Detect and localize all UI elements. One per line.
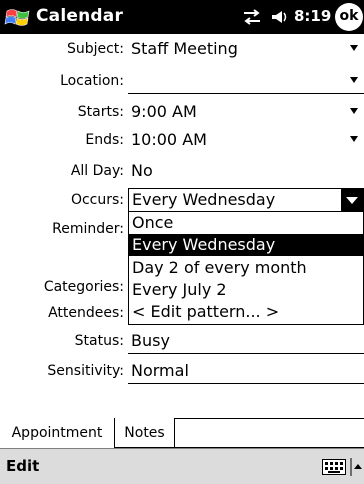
status-row: Status: Busy [0,330,364,354]
keyboard-icon[interactable] [322,459,346,475]
occurs-dropdown-button[interactable] [341,189,363,211]
reminder-label: Reminder: [52,221,124,237]
edit-menu[interactable]: Edit [6,457,39,475]
location-dropdown-arrow-icon[interactable] [350,77,358,83]
status-underline [128,353,364,354]
tab-strip: Appointment Notes [0,418,364,448]
starts-label: Starts: [77,104,124,120]
starts-dropdown-arrow-icon[interactable] [350,108,358,114]
occurs-option-edit-pattern[interactable]: < Edit pattern... > [129,301,363,323]
occurs-dropdown-list: Once Every Wednesday Day 2 of every mont… [128,211,364,325]
input-menu-arrow-icon[interactable] [350,458,362,476]
clock[interactable]: 8:19 [294,7,331,25]
categories-label: Categories: [43,279,124,295]
occurs-option-selected[interactable]: Every Wednesday [129,234,363,256]
ends-field[interactable]: 10:00 AM [131,130,207,149]
ends-row: Ends: 10:00 AM [0,129,364,153]
volume-icon[interactable] [268,8,290,26]
tab-notes[interactable]: Notes [115,418,175,448]
menu-bar: Edit [0,448,364,484]
attendees-label: Attendees: [48,305,124,321]
app-title: Calendar [36,6,124,26]
subject-dropdown-arrow-icon[interactable] [350,45,358,51]
occurs-option[interactable]: Day 2 of every month [129,257,363,279]
starts-field[interactable]: 9:00 AM [131,102,197,121]
chevron-down-icon [346,197,358,204]
connectivity-icon[interactable] [242,8,262,26]
all-day-label: All Day: [70,163,124,179]
occurs-select[interactable]: Every Wednesday [128,188,364,212]
occurs-option[interactable]: Once [129,212,363,234]
sensitivity-underline [128,383,364,384]
location-row: Location: [0,70,364,94]
status-field[interactable]: Busy [131,331,170,350]
sensitivity-label: Sensitivity: [47,363,124,379]
subject-field[interactable]: Staff Meeting [131,39,238,58]
subject-row: Subject: Staff Meeting [0,38,364,62]
title-bar: Calendar 8:19 ok [0,0,364,34]
sensitivity-field[interactable]: Normal [131,361,189,380]
starts-row: Starts: 9:00 AM [0,101,364,125]
subject-label: Subject: [66,41,124,57]
all-day-field[interactable]: No [131,161,153,180]
all-day-row: All Day: No [0,160,364,184]
occurs-option[interactable]: Every July 2 [129,279,363,301]
ends-dropdown-arrow-icon[interactable] [350,136,358,142]
ok-button[interactable]: ok [335,3,363,31]
location-underline [128,93,364,94]
start-flag-icon[interactable] [4,4,32,30]
occurs-label: Occurs: [70,192,124,208]
sensitivity-row: Sensitivity: Normal [0,360,364,384]
ends-label: Ends: [85,132,124,148]
tab-appointment[interactable]: Appointment [0,418,115,448]
occurs-value: Every Wednesday [132,190,276,209]
location-label: Location: [60,73,124,89]
status-label: Status: [74,333,124,349]
